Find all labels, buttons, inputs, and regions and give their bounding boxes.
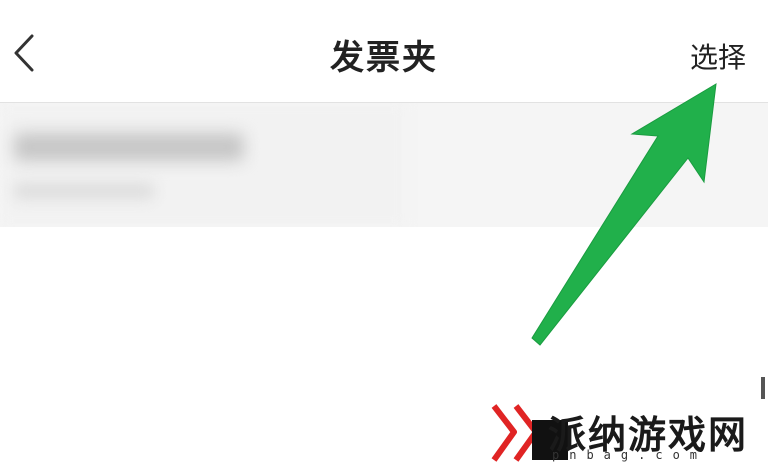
watermark-url: pnbag.com (552, 448, 708, 462)
page-title: 发票夹 (330, 38, 438, 78)
blurred-invoice-title (14, 133, 244, 161)
top-navigation-bar: 发票夹 选择 (0, 0, 768, 103)
blurred-card-area (0, 103, 405, 227)
select-button[interactable]: 选择 (690, 36, 746, 76)
blurred-invoice-subtitle (14, 183, 154, 199)
invoice-list-item[interactable] (0, 103, 768, 227)
scrollbar-marker (761, 377, 765, 399)
